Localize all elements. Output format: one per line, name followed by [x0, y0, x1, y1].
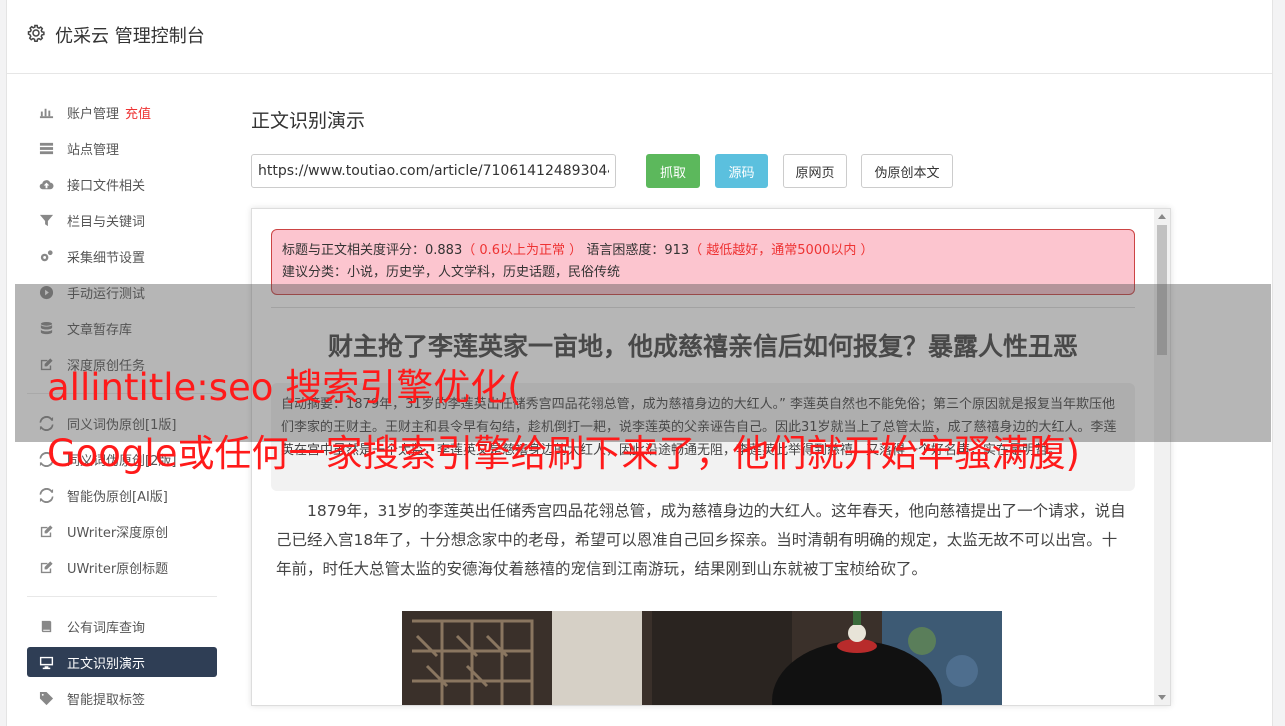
sidebar-item-label: 账户管理 — [67, 106, 120, 122]
sidebar-item-account[interactable]: 账户管理 充值 — [27, 94, 217, 130]
sidebar-item-sites[interactable]: 站点管理 — [27, 130, 217, 166]
overlay-band — [15, 284, 1271, 442]
sidebar-item-ai-pseudo[interactable]: 智能伪原创[AI版] — [27, 477, 217, 513]
app-title: 优采云 管理控制台 — [55, 26, 205, 47]
relevance-score: 标题与正文相关度评分：0.883 — [282, 243, 463, 258]
server-icon — [37, 140, 55, 156]
sidebar-item-smart-tags[interactable]: 智能提取标签 — [27, 680, 217, 716]
bar-chart-icon — [37, 104, 55, 120]
perplexity-note: （ 越低越好，通常5000以内 ） — [689, 243, 874, 258]
sidebar-item-uwriter-title[interactable]: UWriter原创标题 — [27, 549, 217, 585]
sidebar-item-label: 智能提取标签 — [67, 692, 146, 708]
page-title: 正文识别演示 — [251, 110, 366, 132]
sidebar-item-text-recognition[interactable]: 正文识别演示 — [27, 647, 217, 677]
cloud-upload-icon — [37, 176, 55, 192]
gears-icon — [37, 248, 55, 264]
sidebar-divider — [27, 596, 217, 597]
sidebar-item-collect-settings[interactable]: 采集细节设置 — [27, 238, 217, 274]
edit-icon — [37, 559, 55, 575]
article-paragraph: 1879年，31岁的李莲英出任储秀宫四品花翎总管，成为慈禧身边的大红人。这年春天… — [276, 502, 1126, 578]
score-line: 标题与正文相关度评分：0.883（ 0.6以上为正常 ） 语言困惑度：913（ … — [282, 240, 1124, 262]
sidebar-item-uwriter-deep[interactable]: UWriter深度原创 — [27, 513, 217, 549]
sidebar-item-interface-files[interactable]: 接口文件相关 — [27, 166, 217, 202]
sidebar-item-label: UWriter深度原创 — [67, 525, 169, 541]
photo-illustration — [402, 611, 1002, 705]
sidebar-item-label: 智能伪原创[AI版] — [67, 489, 168, 505]
category-line: 建议分类：小说，历史学，人文学科，历史话题，民俗传统 — [282, 265, 621, 280]
book-icon — [37, 618, 55, 634]
sidebar-item-label: 采集细节设置 — [67, 250, 146, 266]
refresh-icon — [37, 487, 55, 503]
gear-icon — [27, 24, 45, 42]
tag-icon — [37, 690, 55, 706]
scroll-up-icon[interactable] — [1158, 214, 1166, 219]
original-page-button[interactable]: 原网页 — [783, 154, 847, 188]
sidebar-item-public-lexicon[interactable]: 公有词库查询 — [27, 608, 217, 644]
sidebar-item-label: 接口文件相关 — [67, 178, 146, 194]
article-image — [402, 611, 1002, 705]
source-button[interactable]: 源码 — [715, 154, 768, 188]
sidebar-item-label: 公有词库查询 — [67, 620, 146, 636]
pseudo-original-button[interactable]: 伪原创本文 — [861, 154, 953, 188]
sidebar-item-label: 栏目与关键词 — [67, 214, 146, 230]
sidebar-item-label: 正文识别演示 — [67, 656, 146, 672]
perplexity-score: 语言困惑度：913 — [586, 243, 690, 258]
top-bar: 优采云 管理控制台 — [7, 0, 1272, 74]
edit-icon — [37, 523, 55, 539]
relevance-note: （ 0.6以上为正常 ） — [462, 243, 583, 258]
overlay-text-line-1: allintitle:seo 搜索引擎优化( — [47, 366, 522, 409]
fetch-button[interactable]: 抓取 — [646, 154, 700, 188]
sidebar-item-columns-keywords[interactable]: 栏目与关键词 — [27, 202, 217, 238]
url-input[interactable] — [251, 154, 616, 188]
sidebar-item-label: 站点管理 — [67, 142, 120, 158]
scroll-down-icon[interactable] — [1158, 695, 1166, 700]
monitor-icon — [37, 654, 55, 670]
filter-icon — [37, 212, 55, 228]
overlay-text-line-2: Google或任何一家搜索引擎给刷下来了，他们就开始牢骚满腹) — [47, 432, 1080, 475]
recharge-link[interactable]: 充值 — [125, 103, 151, 122]
sidebar-item-label: UWriter原创标题 — [67, 561, 169, 577]
